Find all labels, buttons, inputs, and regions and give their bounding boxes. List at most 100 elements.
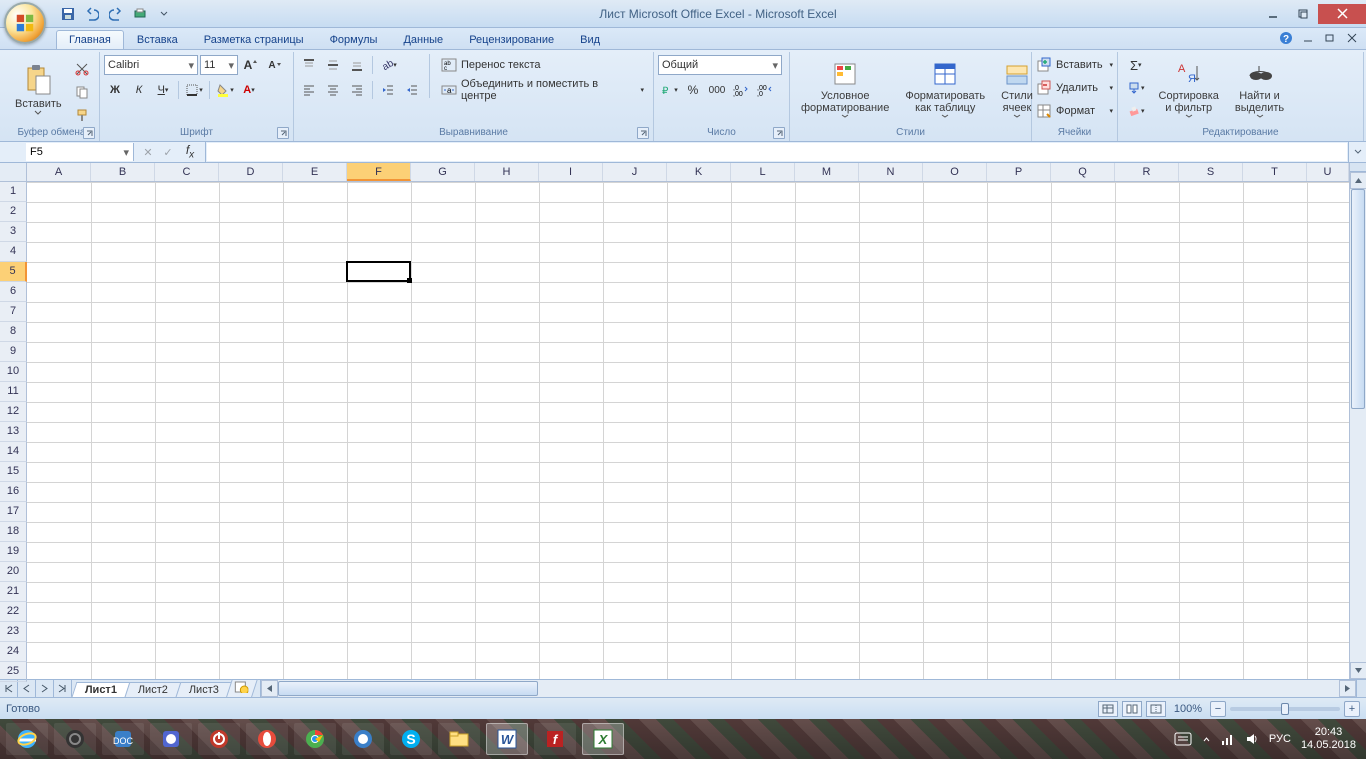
conditional-formatting-button[interactable]: Условное форматирование	[794, 54, 896, 124]
cut-icon[interactable]	[71, 58, 93, 80]
row-header[interactable]: 24	[0, 642, 27, 662]
paste-button[interactable]: Вставить	[8, 54, 69, 124]
mdi-close-icon[interactable]	[1344, 30, 1360, 46]
column-header[interactable]: C	[155, 163, 219, 181]
column-header[interactable]: P	[987, 163, 1051, 181]
increase-decimal-icon[interactable]: ,0,00	[730, 79, 752, 101]
sheet-tab[interactable]: Лист3	[176, 682, 233, 697]
percent-format-icon[interactable]: %	[682, 79, 704, 101]
column-header[interactable]: T	[1243, 163, 1307, 181]
shrink-font-icon[interactable]: A	[264, 54, 286, 76]
number-format-combo[interactable]: Общий▾	[658, 55, 782, 75]
italic-button[interactable]: К	[128, 79, 150, 101]
font-size-combo[interactable]: 11▾	[200, 55, 238, 75]
row-header[interactable]: 10	[0, 362, 27, 382]
horizontal-scrollbar[interactable]	[260, 680, 1366, 697]
comma-format-icon[interactable]: 000	[706, 79, 728, 101]
column-header[interactable]: B	[91, 163, 155, 181]
taskbar-excel-icon[interactable]: X	[582, 723, 624, 755]
borders-icon[interactable]: ▾	[183, 79, 205, 101]
column-header[interactable]: K	[667, 163, 731, 181]
row-header[interactable]: 17	[0, 502, 27, 522]
fill-color-icon[interactable]: ▾	[214, 79, 236, 101]
expand-formula-bar-icon[interactable]	[1348, 142, 1366, 162]
row-header[interactable]: 18	[0, 522, 27, 542]
insert-function-icon[interactable]: fx	[179, 141, 201, 163]
taskbar-power-icon[interactable]	[198, 723, 240, 755]
insert-cells-button[interactable]: Вставить▾	[1036, 54, 1113, 76]
minimize-button[interactable]	[1258, 4, 1288, 24]
autosum-icon[interactable]: Σ▾	[1122, 54, 1150, 76]
taskbar-app2-icon[interactable]: DOC	[102, 723, 144, 755]
row-header[interactable]: 7	[0, 302, 27, 322]
column-header[interactable]: F	[347, 163, 411, 181]
prev-sheet-icon[interactable]	[18, 680, 36, 697]
row-header[interactable]: 16	[0, 482, 27, 502]
increase-indent-icon[interactable]	[401, 79, 423, 101]
accounting-format-icon[interactable]: ₽▾	[658, 79, 680, 101]
last-sheet-icon[interactable]	[54, 680, 72, 697]
tray-volume-icon[interactable]	[1245, 732, 1259, 746]
font-color-icon[interactable]: A▾	[238, 79, 260, 101]
mdi-restore-icon[interactable]	[1322, 30, 1338, 46]
taskbar-ie-icon[interactable]	[6, 723, 48, 755]
align-bottom-icon[interactable]	[346, 54, 368, 76]
taskbar-explorer-icon[interactable]	[438, 723, 480, 755]
qat-customize-icon[interactable]	[154, 4, 174, 24]
taskbar-opera-icon[interactable]	[246, 723, 288, 755]
column-header[interactable]: A	[27, 163, 91, 181]
row-header[interactable]: 8	[0, 322, 27, 342]
active-cell[interactable]	[346, 261, 411, 282]
copy-icon[interactable]	[71, 81, 93, 103]
page-break-view-icon[interactable]	[1146, 701, 1166, 717]
vertical-scrollbar[interactable]	[1349, 163, 1366, 679]
row-header[interactable]: 19	[0, 542, 27, 562]
column-header[interactable]: M	[795, 163, 859, 181]
row-header[interactable]: 4	[0, 242, 27, 262]
row-header[interactable]: 20	[0, 562, 27, 582]
column-header[interactable]: Q	[1051, 163, 1115, 181]
taskbar-skype-icon[interactable]: S	[390, 723, 432, 755]
column-header[interactable]: J	[603, 163, 667, 181]
merge-center-button[interactable]: aОбъединить и поместить в центре▾	[436, 79, 649, 101]
scroll-up-icon[interactable]	[1350, 172, 1366, 189]
scroll-left-icon[interactable]	[261, 680, 278, 697]
normal-view-icon[interactable]	[1098, 701, 1118, 717]
row-header[interactable]: 22	[0, 602, 27, 622]
align-left-icon[interactable]	[298, 79, 320, 101]
column-header[interactable]: L	[731, 163, 795, 181]
vscroll-thumb[interactable]	[1351, 189, 1365, 409]
print-preview-icon[interactable]	[130, 4, 150, 24]
column-header[interactable]: H	[475, 163, 539, 181]
fill-icon[interactable]: ▾	[1122, 77, 1150, 99]
tab-рецензирование[interactable]: Рецензирование	[456, 30, 567, 49]
formula-input[interactable]	[207, 143, 1347, 161]
row-header[interactable]: 12	[0, 402, 27, 422]
bold-button[interactable]: Ж	[104, 79, 126, 101]
page-layout-view-icon[interactable]	[1122, 701, 1142, 717]
scroll-down-icon[interactable]	[1350, 662, 1366, 679]
tab-вид[interactable]: Вид	[567, 30, 613, 49]
tray-keyboard-icon[interactable]	[1174, 732, 1192, 746]
column-header[interactable]: O	[923, 163, 987, 181]
row-header[interactable]: 5	[0, 262, 27, 282]
decrease-indent-icon[interactable]	[377, 79, 399, 101]
close-button[interactable]	[1318, 4, 1366, 24]
row-header[interactable]: 15	[0, 462, 27, 482]
cells-area[interactable]	[27, 182, 1349, 679]
sort-filter-button[interactable]: АЯСортировка и фильтр	[1152, 54, 1226, 124]
zoom-out-icon[interactable]: −	[1210, 701, 1226, 717]
find-select-button[interactable]: Найти и выделить	[1228, 54, 1291, 124]
next-sheet-icon[interactable]	[36, 680, 54, 697]
number-launcher-icon[interactable]	[773, 127, 785, 139]
tab-разметка-страницы[interactable]: Разметка страницы	[191, 30, 317, 49]
format-as-table-button[interactable]: Форматировать как таблицу	[898, 54, 992, 124]
hscroll-thumb[interactable]	[278, 681, 538, 696]
select-all-corner[interactable]	[0, 163, 27, 182]
row-header[interactable]: 2	[0, 202, 27, 222]
row-header[interactable]: 13	[0, 422, 27, 442]
row-header[interactable]: 6	[0, 282, 27, 302]
tray-clock[interactable]: 20:4314.05.2018	[1301, 726, 1356, 752]
column-header[interactable]: D	[219, 163, 283, 181]
row-header[interactable]: 3	[0, 222, 27, 242]
